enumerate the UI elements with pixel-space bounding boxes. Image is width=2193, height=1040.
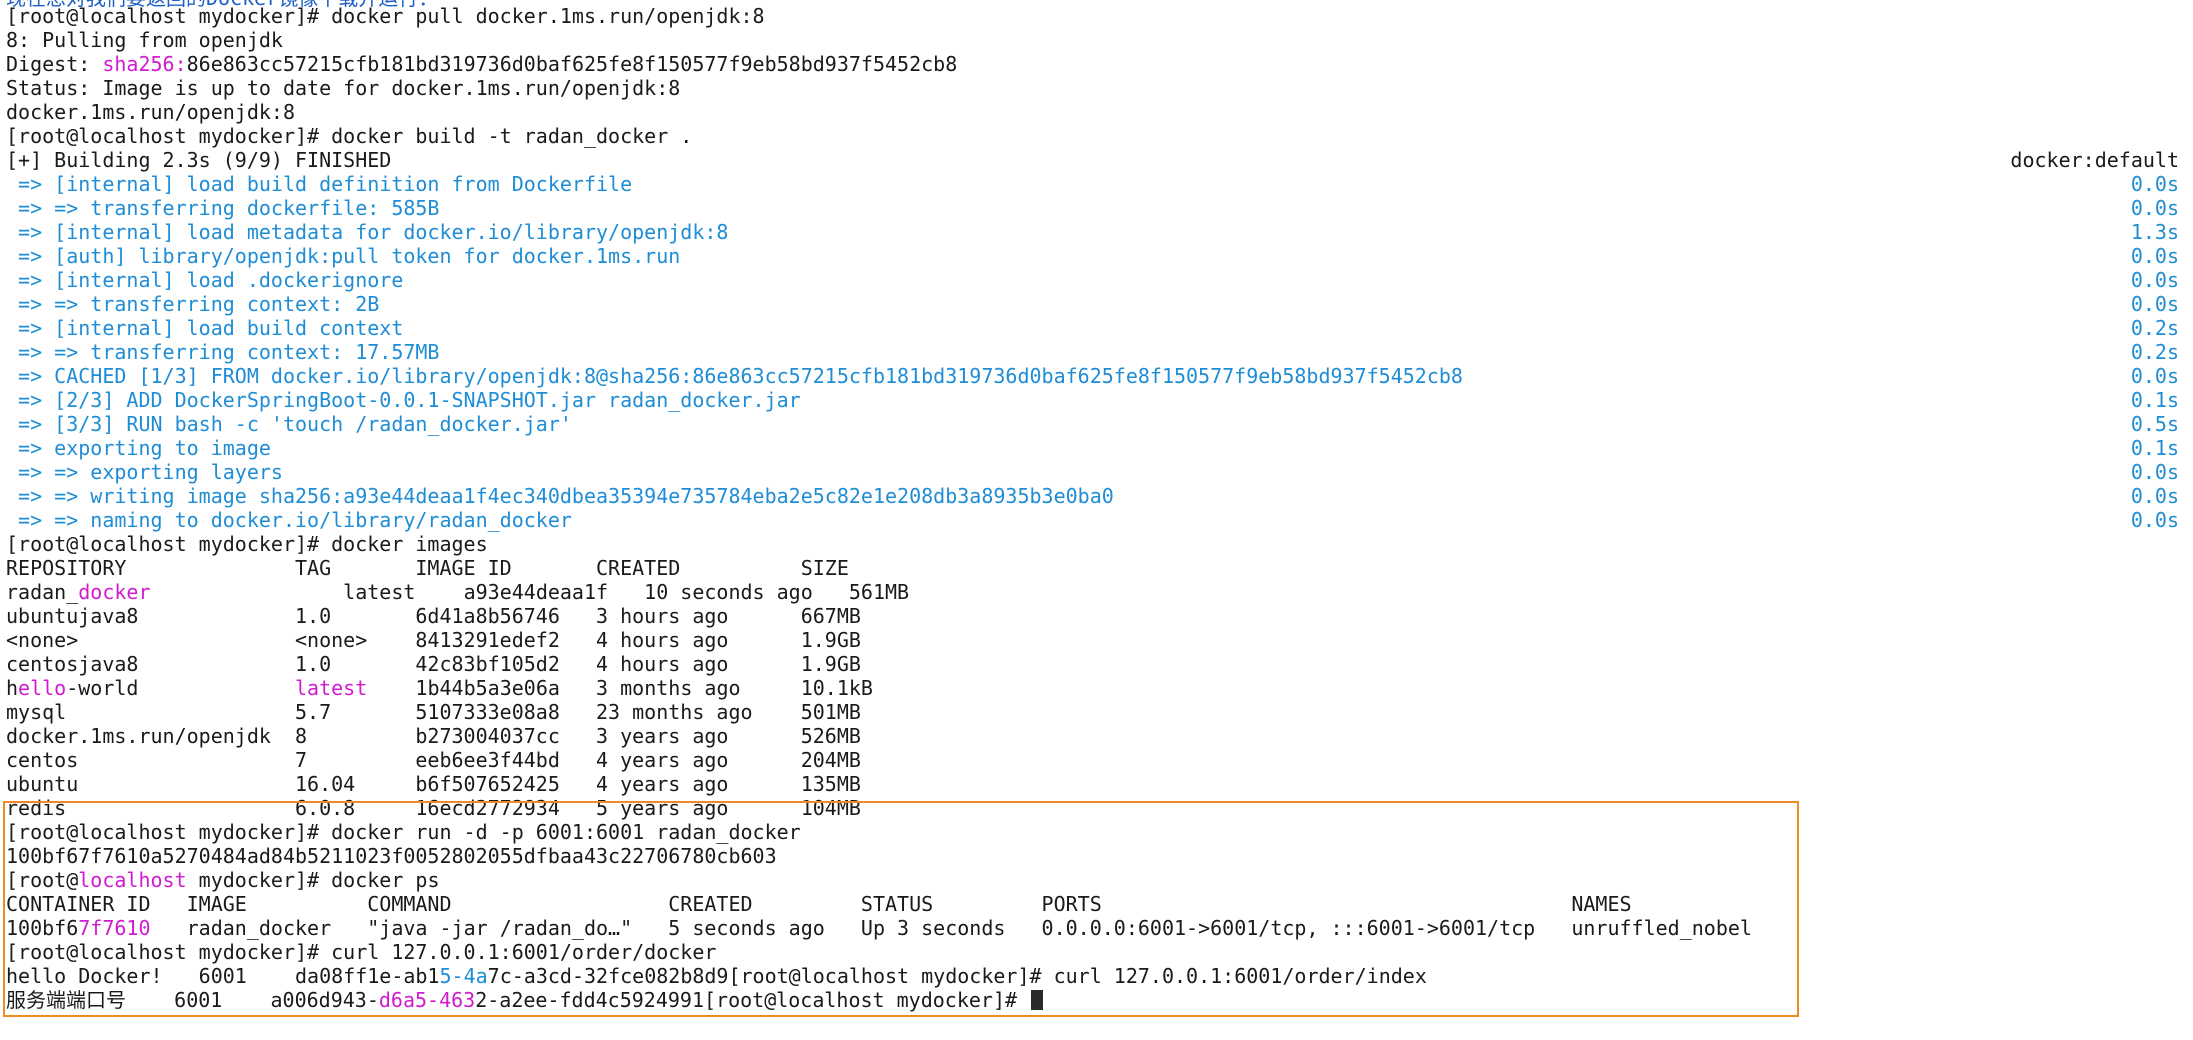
build-step: => => transferring context: 2B 0.0s xyxy=(6,292,2179,316)
build-step: => [2/3] ADD DockerSpringBoot-0.0.1-SNAP… xyxy=(6,388,2179,412)
build-step: => [auth] library/openjdk:pull token for… xyxy=(6,244,2179,268)
build-step-text: => [internal] load .dockerignore xyxy=(6,268,404,292)
build-step: => [internal] load .dockerignore 0.0s xyxy=(6,268,2179,292)
repo-suffix: -world xyxy=(66,676,295,700)
prompt-part: [root@ xyxy=(6,868,79,892)
curl-command-line: [root@localhost mydocker]# curl 127.0.0.… xyxy=(6,940,717,964)
build-step-text: => => transferring context: 2B xyxy=(6,292,380,316)
image-ref-line: docker.1ms.run/openjdk:8 xyxy=(6,100,295,124)
build-step-duration: 0.0s xyxy=(2130,196,2179,220)
build-step-text: => => transferring context: 17.57MB xyxy=(6,340,440,364)
build-step: => [internal] load metadata for docker.i… xyxy=(6,220,2179,244)
build-step-duration: 0.1s xyxy=(2130,436,2179,460)
pull-command-line: [root@localhost mydocker]# docker pull d… xyxy=(6,4,765,28)
repo-highlight: ello xyxy=(18,676,67,700)
prompt-host-highlight: localhost xyxy=(78,868,187,892)
terminal-cursor[interactable] xyxy=(1031,990,1044,1010)
image-row: centos 7 eeb6ee3f44bd 4 years ago 204MB xyxy=(6,748,861,772)
build-step-text: => => naming to docker.io/library/radan_… xyxy=(6,508,572,532)
row-rest: latest a93e44deaa1f 10 seconds ago 561MB xyxy=(150,580,910,604)
build-step-duration: 0.5s xyxy=(2130,412,2179,436)
build-step: => => writing image sha256:a93e44deaa1f4… xyxy=(6,484,2179,508)
output-part: 7c-a3cd-32fce082b8d9[root@localhost mydo… xyxy=(487,964,1427,988)
build-step-text: => [internal] load build context xyxy=(6,316,404,340)
container-id-line: 100bf67f7610a5270484ad84b5211023f0052802… xyxy=(6,844,777,868)
terminal-window[interactable]: 现在想对我们要返回的Docker镜像下载并运行： [root@localhost… xyxy=(0,0,2193,1040)
image-row: docker.1ms.run/openjdk 8 b273004037cc 3 … xyxy=(6,724,861,748)
build-step: => [internal] load build definition from… xyxy=(6,172,2179,196)
build-step-text: => exporting to image xyxy=(6,436,271,460)
build-header: [+] Building 2.3s (9/9) FINISHED xyxy=(6,148,392,172)
build-step-duration: 0.2s xyxy=(2130,316,2179,340)
build-step: => => exporting layers 0.0s xyxy=(6,460,2179,484)
build-step: => [3/3] RUN bash -c 'touch /radan_docke… xyxy=(6,412,2179,436)
images-command-line: [root@localhost mydocker]# docker images xyxy=(6,532,488,556)
ps-row: 100bf67f7610 radan_docker "java -jar /ra… xyxy=(6,916,2179,940)
status-line: Status: Image is up to date for docker.1… xyxy=(6,76,681,100)
image-row: hello-world latest 1b44b5a3e06a 3 months… xyxy=(6,676,2179,700)
build-driver: docker:default xyxy=(2010,148,2179,172)
build-step-text: => [internal] load metadata for docker.i… xyxy=(6,220,729,244)
output-highlight: d6a5-463 xyxy=(378,988,476,1012)
build-step-duration: 0.0s xyxy=(2130,460,2179,484)
build-step: => => naming to docker.io/library/radan_… xyxy=(6,508,2179,532)
row-rest: radan_docker "java -jar /radan_do…" 5 se… xyxy=(150,916,1752,940)
pulling-line: 8: Pulling from openjdk xyxy=(6,28,283,52)
image-row: <none> <none> 8413291edef2 4 hours ago 1… xyxy=(6,628,861,652)
build-step: => => transferring dockerfile: 585B 0.0s xyxy=(6,196,2179,220)
build-step: => => transferring context: 17.57MB 0.2s xyxy=(6,340,2179,364)
build-step-duration: 0.0s xyxy=(2130,484,2179,508)
build-step-duration: 0.2s xyxy=(2130,340,2179,364)
image-row: radan_docker latest a93e44deaa1f 10 seco… xyxy=(6,580,2179,604)
build-step: => exporting to image 0.1s xyxy=(6,436,2179,460)
container-id-part: 100bf6 xyxy=(6,916,79,940)
build-step-text: => => transferring dockerfile: 585B xyxy=(6,196,440,220)
image-row: centosjava8 1.0 42c83bf105d2 4 hours ago… xyxy=(6,652,861,676)
ps-table-header: CONTAINER ID IMAGE COMMAND CREATED STATU… xyxy=(6,892,1632,916)
build-step-text: => => writing image sha256:a93e44deaa1f4… xyxy=(6,484,1114,508)
prompt-part: mydocker]# docker ps xyxy=(186,868,440,892)
image-row: mysql 5.7 5107333e08a8 23 months ago 501… xyxy=(6,700,861,724)
repo-prefix: radan_ xyxy=(6,580,79,604)
container-id-highlight: 7f7610 xyxy=(78,916,151,940)
output-highlight: 5-4a xyxy=(439,964,488,988)
digest-hash: 86e863cc57215cfb181bd319736d0baf625fe8f1… xyxy=(186,52,958,76)
build-step-duration: 0.0s xyxy=(2130,364,2179,388)
output-part: 服务端端口号 6001 a006d943- xyxy=(6,988,379,1012)
curl-output-line: hello Docker! 6001 da08ff1e-ab15-4a7c-a3… xyxy=(6,964,2179,988)
build-step-text: => [auth] library/openjdk:pull token for… xyxy=(6,244,681,268)
build-header-line: [+] Building 2.3s (9/9) FINISHED docker:d… xyxy=(6,148,2179,172)
image-row: ubuntu 16.04 b6f507652425 4 years ago 13… xyxy=(6,772,861,796)
digest-line: Digest: sha256:86e863cc57215cfb181bd3197… xyxy=(6,52,2179,76)
images-table-header: REPOSITORY TAG IMAGE ID CREATED SIZE xyxy=(6,556,849,580)
build-command-line: [root@localhost mydocker]# docker build … xyxy=(6,124,693,148)
ps-command-line: [root@localhost mydocker]# docker ps xyxy=(6,868,2179,892)
run-command-line: [root@localhost mydocker]# docker run -d… xyxy=(6,820,801,844)
image-row: redis 6.0.8 16ecd2772934 5 years ago 104… xyxy=(6,796,861,820)
build-step: => CACHED [1/3] FROM docker.io/library/o… xyxy=(6,364,2179,388)
build-step-duration: 0.1s xyxy=(2130,388,2179,412)
image-row: ubuntujava8 1.0 6d41a8b56746 3 hours ago… xyxy=(6,604,861,628)
build-step-duration: 0.0s xyxy=(2130,244,2179,268)
digest-algo: sha256: xyxy=(102,52,187,76)
build-step-duration: 1.3s xyxy=(2130,220,2179,244)
output-part: hello Docker! 6001 da08ff1e-ab1 xyxy=(6,964,440,988)
build-step-text: => [internal] load build definition from… xyxy=(6,172,633,196)
build-step-text: => [3/3] RUN bash -c 'touch /radan_docke… xyxy=(6,412,572,436)
output-part: 2-a2ee-fdd4c5924991[root@localhost mydoc… xyxy=(475,988,1030,1012)
build-step-text: => CACHED [1/3] FROM docker.io/library/o… xyxy=(6,364,1463,388)
repo-prefix: h xyxy=(6,676,19,700)
build-step-duration: 0.0s xyxy=(2130,172,2179,196)
repo-highlight: docker xyxy=(78,580,151,604)
build-step: => [internal] load build context 0.2s xyxy=(6,316,2179,340)
row-rest: 1b44b5a3e06a 3 months ago 10.1kB xyxy=(367,676,873,700)
build-step-text: => [2/3] ADD DockerSpringBoot-0.0.1-SNAP… xyxy=(6,388,801,412)
build-step-duration: 0.0s xyxy=(2130,268,2179,292)
build-step-duration: 0.0s xyxy=(2130,292,2179,316)
tag-highlight: latest xyxy=(295,676,368,700)
curl-output-line: 服务端端口号 6001 a006d943-d6a5-4632-a2ee-fdd4… xyxy=(6,988,2179,1012)
build-step-text: => => exporting layers xyxy=(6,460,283,484)
build-step-duration: 0.0s xyxy=(2130,508,2179,532)
digest-label: Digest: xyxy=(6,52,103,76)
